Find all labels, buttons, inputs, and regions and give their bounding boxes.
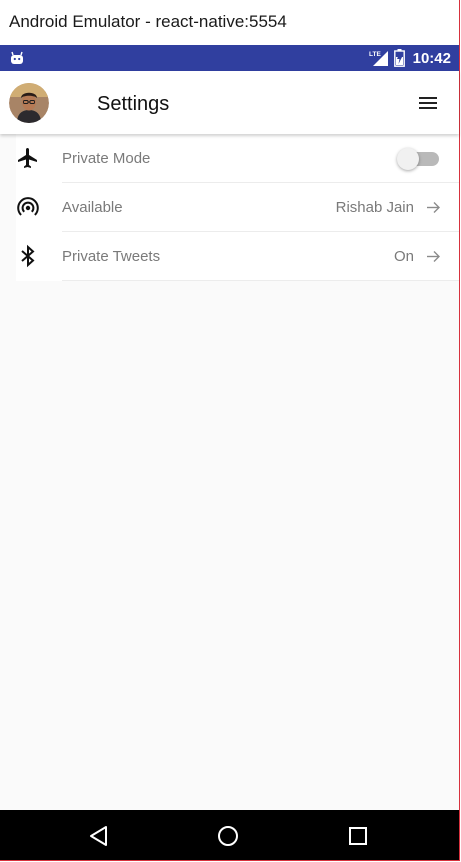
settings-item-available[interactable]: Available Rishab Jain [16, 183, 459, 232]
hotspot-icon [17, 197, 39, 216]
status-icons: LTE 10:42 [369, 47, 451, 69]
arrow-right-icon [427, 251, 440, 262]
lte-signal-icon: LTE [369, 51, 388, 66]
page-title: Settings [97, 93, 170, 115]
window-title: Android Emulator - react-native:5554 [9, 12, 287, 31]
status-time: 10:42 [412, 49, 451, 67]
toggle-thumb [397, 148, 419, 170]
settings-item-label: Private Mode [62, 150, 151, 167]
recents-icon[interactable] [347, 825, 369, 847]
settings-item-private-tweets[interactable]: Private Tweets On [16, 232, 459, 281]
row-divider [62, 280, 459, 281]
network-type-label: LTE [369, 51, 381, 58]
bluetooth-icon [21, 244, 35, 268]
emulator-window: Android Emulator - react-native:5554 LTE… [0, 0, 460, 861]
airplane-icon [18, 148, 37, 168]
android-notification-icon [11, 51, 23, 64]
settings-item-value: On [393, 248, 414, 265]
settings-item-label: Available [62, 199, 123, 216]
settings-item-label: Private Tweets [62, 248, 161, 265]
app-bar: Settings [0, 71, 459, 134]
private-mode-toggle[interactable] [397, 148, 439, 170]
status-bar: LTE 10:42 [0, 45, 459, 71]
android-nav-bar [0, 810, 459, 860]
settings-list: Private Mode Available Rishab Jain Priva… [16, 134, 459, 281]
window-titlebar: Android Emulator - react-native:5554 [0, 0, 459, 45]
battery-icon [393, 49, 405, 67]
settings-item-value: Rishab Jain [335, 199, 414, 216]
hamburger-menu-icon[interactable] [418, 95, 438, 111]
avatar[interactable] [9, 83, 49, 123]
arrow-right-icon [427, 202, 440, 213]
settings-content: Private Mode Available Rishab Jain Priva… [0, 134, 459, 810]
settings-item-private-mode[interactable]: Private Mode [16, 134, 459, 183]
back-icon[interactable] [88, 825, 110, 847]
avatar-image [9, 83, 49, 123]
home-icon[interactable] [217, 825, 239, 847]
